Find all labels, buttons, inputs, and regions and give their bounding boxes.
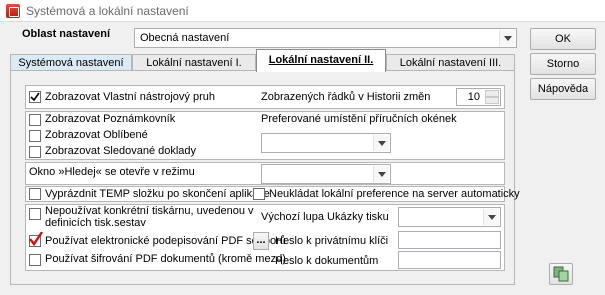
chevron-down-icon[interactable]: [483, 209, 499, 225]
favorites-label: Zobrazovat Oblíbené: [45, 129, 148, 141]
chevron-down-icon[interactable]: [373, 135, 389, 151]
copy-settings-button[interactable]: [549, 263, 573, 285]
search-mode-select[interactable]: [261, 164, 391, 184]
group-temp: Vyprázdnit TEMP složku po skončení aplik…: [25, 186, 520, 202]
group-panels: Zobrazovat Poznámkovník Zobrazovat Oblíb…: [25, 111, 505, 160]
notebook-checkbox[interactable]: [29, 114, 41, 126]
no-printer-label: Nepoužívat konkrétní tiskárnu, uvedenou …: [45, 205, 254, 229]
key-password-label: Heslo k privátnímu klíči: [275, 235, 389, 247]
pdf-sign-checkbox[interactable]: [29, 232, 43, 247]
window-title: Systémová a lokální nastavení: [26, 4, 189, 18]
no-save-local-checkbox[interactable]: [253, 188, 265, 200]
toolbar-checkbox[interactable]: [29, 91, 41, 103]
zoom-label: Výchozí lupa Ukázky tisku: [261, 211, 389, 223]
pdf-sign-label: Používat elektronické podepisování PDF s…: [45, 235, 286, 247]
area-label: Oblast nastavení: [22, 28, 111, 40]
group-search: Okno »Hledej« se otevře v režimu: [25, 162, 505, 185]
ok-button[interactable]: OK: [530, 28, 596, 50]
no-printer-label-line1: Nepoužívat konkrétní tiskárnu, uvedenou …: [45, 205, 254, 217]
tab-local-2[interactable]: Lokální nastavení II.: [256, 49, 386, 72]
chevron-down-icon[interactable]: [373, 166, 389, 182]
checkmark-icon: [29, 232, 43, 246]
area-select[interactable]: Obecná nastavení: [134, 28, 517, 48]
checkmark-icon: [30, 92, 40, 102]
empty-temp-checkbox[interactable]: [29, 188, 41, 200]
pdf-encrypt-label: Používat šifrování PDF dokumentů (kromě …: [45, 253, 286, 265]
tracked-checkbox[interactable]: [29, 146, 41, 158]
history-rows-value: 10: [467, 91, 480, 103]
tab-strip: Systémová nastavení Lokální nastavení I.…: [10, 49, 515, 72]
search-mode-label: Okno »Hledej« se otevře v režimu: [29, 166, 195, 178]
no-printer-checkbox[interactable]: [29, 208, 41, 220]
title-bar: Systémová a lokální nastavení: [0, 0, 605, 22]
notebook-label: Zobrazovat Poznámkovník: [45, 113, 176, 125]
spin-up-icon[interactable]: [485, 90, 499, 97]
windows-pos-label: Preferované umístění příručních okének: [261, 113, 457, 125]
group-printing: Nepoužívat konkrétní tiskárnu, uvedenou …: [25, 204, 505, 271]
spin-down-icon[interactable]: [485, 97, 499, 104]
pdf-encrypt-checkbox[interactable]: [29, 254, 41, 266]
toolbar-label: Zobrazovat Vlastní nástrojový pruh: [45, 91, 215, 103]
doc-password-field[interactable]: [398, 251, 501, 269]
help-button[interactable]: Nápověda: [530, 78, 596, 100]
app-icon: [6, 4, 20, 18]
zoom-select[interactable]: [398, 207, 501, 227]
group-toolbar: Zobrazovat Vlastní nástrojový pruh Zobra…: [25, 85, 505, 109]
windows-pos-select[interactable]: [261, 133, 391, 153]
tracked-label: Zobrazovat Sledované doklady: [45, 145, 197, 157]
tab-local-2-label: Lokální nastavení II.: [268, 54, 374, 66]
history-rows-spinner[interactable]: 10: [456, 88, 501, 106]
key-password-field[interactable]: [398, 231, 501, 249]
copy-settings-icon: [553, 266, 569, 282]
empty-temp-label: Vyprázdnit TEMP složku po skončení aplik…: [45, 188, 270, 200]
cancel-button[interactable]: Storno: [530, 53, 596, 75]
favorites-checkbox[interactable]: [29, 130, 41, 142]
no-printer-label-line2: definicích tisk.sestav: [45, 217, 146, 229]
browse-certificate-button[interactable]: ...: [253, 232, 269, 250]
chevron-down-icon[interactable]: [499, 30, 515, 46]
no-save-local-label: Neukládat lokální preference na server a…: [269, 188, 520, 200]
area-select-value: Obecná nastavení: [140, 32, 230, 44]
settings-panel: Zobrazovat Vlastní nástrojový pruh Zobra…: [10, 70, 520, 285]
history-label: Zobrazených řádků v Historii změn: [261, 91, 431, 103]
doc-password-label: Heslo k dokumentům: [275, 255, 379, 267]
